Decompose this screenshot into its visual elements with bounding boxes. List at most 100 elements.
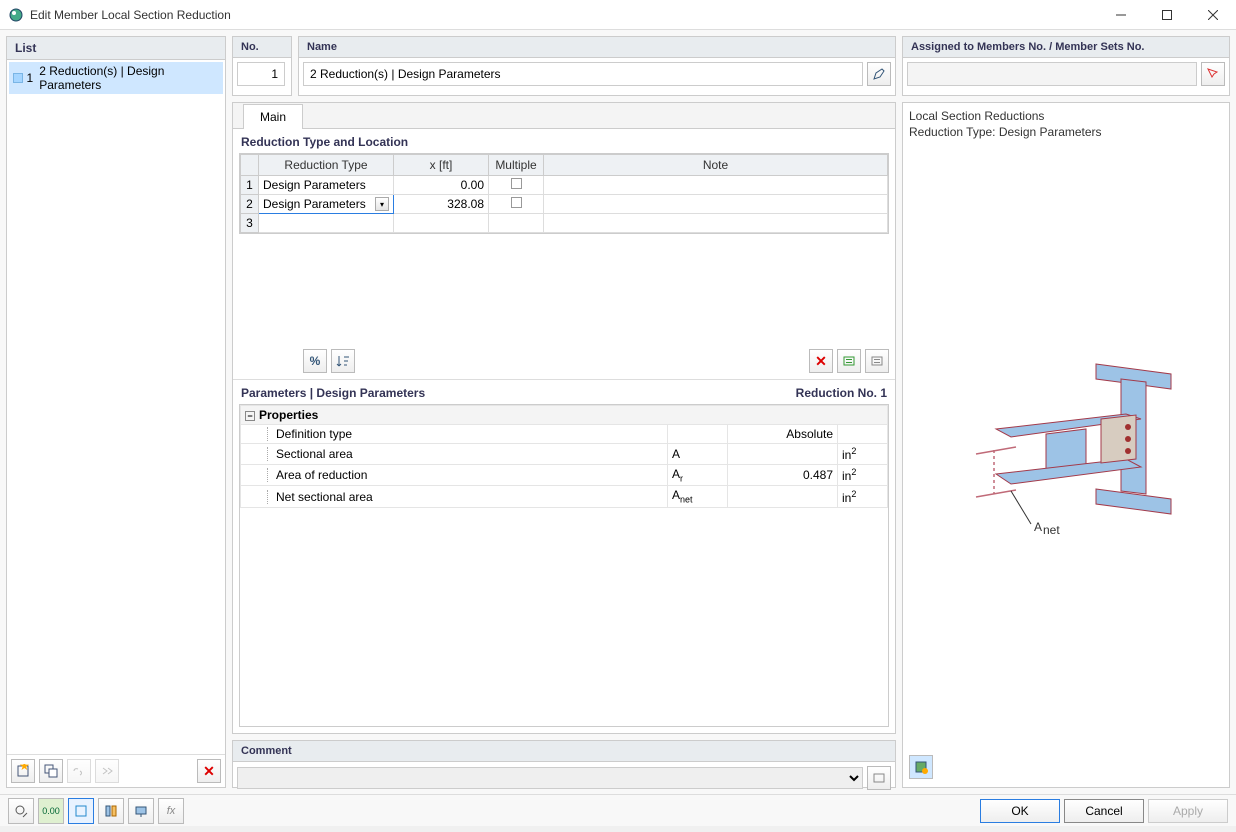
titlebar: Edit Member Local Section Reduction — [0, 0, 1236, 30]
cell-x[interactable]: 0.00 — [394, 176, 489, 195]
param-unit — [838, 425, 888, 444]
function-tool-button[interactable]: fx — [158, 798, 184, 824]
name-input[interactable] — [303, 62, 863, 86]
param-row[interactable]: Definition type Absolute — [241, 425, 888, 444]
param-label: Definition type — [267, 427, 352, 441]
param-row[interactable]: Area of reduction Ar 0.487 in2 — [241, 465, 888, 486]
section-preview-image[interactable]: A net — [909, 144, 1223, 753]
params-section-title: Parameters | Design Parameters Reduction… — [233, 380, 895, 404]
link-button-1[interactable] — [67, 759, 91, 783]
cell-type[interactable]: Design Parameters — [259, 176, 394, 195]
param-value[interactable] — [728, 486, 838, 507]
checkbox-icon[interactable] — [511, 197, 522, 208]
col-x[interactable]: x [ft] — [394, 155, 489, 176]
list-item-num: 1 — [27, 71, 34, 85]
viewport-caption: Local Section Reductions Reduction Type:… — [909, 109, 1223, 140]
list-item[interactable]: 1 2 Reduction(s) | Design Parameters — [9, 62, 223, 94]
param-symbol — [668, 425, 728, 444]
param-row[interactable]: Net sectional area Anet in2 — [241, 486, 888, 507]
col-type[interactable]: Reduction Type — [259, 155, 394, 176]
window-title: Edit Member Local Section Reduction — [30, 8, 1098, 22]
list-header: List — [7, 37, 225, 60]
view-tool-button[interactable] — [68, 798, 94, 824]
params-group-row[interactable]: −Properties — [241, 406, 888, 425]
delete-row-button[interactable]: ✕ — [809, 349, 833, 373]
export-button-1[interactable] — [837, 349, 861, 373]
params-grid: −Properties Definition type Absolute Sec… — [239, 404, 889, 727]
filter-tool-button[interactable] — [98, 798, 124, 824]
pick-members-button[interactable] — [1201, 62, 1225, 86]
params-group-label: Properties — [259, 408, 318, 422]
number-box: No. — [232, 36, 292, 96]
tab-main[interactable]: Main — [243, 104, 303, 129]
app-icon — [8, 7, 24, 23]
col-multiple[interactable]: Multiple — [489, 155, 544, 176]
list-body[interactable]: 1 2 Reduction(s) | Design Parameters — [7, 60, 225, 754]
assigned-input[interactable] — [907, 62, 1197, 86]
new-item-button[interactable]: ★ — [11, 759, 35, 783]
col-rownum[interactable] — [241, 155, 259, 176]
param-unit: in2 — [838, 486, 888, 507]
reduction-grid-toolbar: % ✕ — [233, 343, 895, 379]
delete-item-button[interactable]: ✕ — [197, 759, 221, 783]
list-panel: List 1 2 Reduction(s) | Design Parameter… — [6, 36, 226, 788]
collapse-icon[interactable]: − — [245, 411, 255, 421]
cell-x[interactable]: 328.08 — [394, 195, 489, 214]
param-label: Sectional area — [267, 447, 353, 461]
svg-text:A: A — [1034, 520, 1042, 534]
param-value[interactable]: Absolute — [728, 425, 838, 444]
cell-type[interactable]: Design Parameters ▾ — [259, 195, 394, 214]
reduction-row[interactable]: 2 Design Parameters ▾ 328.08 — [241, 195, 888, 214]
param-symbol: A — [668, 444, 728, 465]
param-value[interactable] — [728, 444, 838, 465]
units-tool-button[interactable]: 0.00 — [38, 798, 64, 824]
reduction-grid: Reduction Type x [ft] Multiple Note 1 De… — [239, 153, 889, 234]
comment-select[interactable] — [237, 767, 863, 789]
display-tool-button[interactable] — [128, 798, 154, 824]
cell-multiple[interactable] — [489, 214, 544, 233]
copy-item-button[interactable] — [39, 759, 63, 783]
ok-button[interactable]: OK — [980, 799, 1060, 823]
minimize-button[interactable] — [1098, 0, 1144, 30]
cell-note[interactable] — [544, 195, 888, 214]
name-box: Name — [298, 36, 896, 96]
cell-multiple[interactable] — [489, 195, 544, 214]
assigned-header: Assigned to Members No. / Member Sets No… — [903, 37, 1229, 58]
edit-name-button[interactable] — [867, 62, 891, 86]
checkbox-icon[interactable] — [511, 178, 522, 189]
apply-button: Apply — [1148, 799, 1228, 823]
cancel-button[interactable]: Cancel — [1064, 799, 1144, 823]
preview-viewport: Local Section Reductions Reduction Type:… — [902, 102, 1230, 788]
param-label: Net sectional area — [267, 490, 373, 504]
row-num: 2 — [241, 195, 259, 214]
list-item-color-icon — [13, 73, 23, 83]
row-num: 1 — [241, 176, 259, 195]
param-unit: in2 — [838, 465, 888, 486]
reduction-row[interactable]: 3 — [241, 214, 888, 233]
reduction-row[interactable]: 1 Design Parameters 0.00 — [241, 176, 888, 195]
cell-note[interactable] — [544, 176, 888, 195]
param-unit: in2 — [838, 444, 888, 465]
cell-type[interactable] — [259, 214, 394, 233]
viewport-line1: Local Section Reductions — [909, 109, 1223, 125]
col-note[interactable]: Note — [544, 155, 888, 176]
cell-x[interactable] — [394, 214, 489, 233]
param-value[interactable]: 0.487 — [728, 465, 838, 486]
list-item-label: 2 Reduction(s) | Design Parameters — [39, 64, 219, 92]
maximize-button[interactable] — [1144, 0, 1190, 30]
close-button[interactable] — [1190, 0, 1236, 30]
link-button-2[interactable] — [95, 759, 119, 783]
viewport-settings-button[interactable] — [909, 755, 933, 779]
comment-apply-button[interactable] — [867, 766, 891, 790]
assigned-box: Assigned to Members No. / Member Sets No… — [902, 36, 1230, 96]
percent-button[interactable]: % — [303, 349, 327, 373]
param-row[interactable]: Sectional area A in2 — [241, 444, 888, 465]
number-input[interactable] — [237, 62, 285, 86]
search-tool-button[interactable] — [8, 798, 34, 824]
params-title-left: Parameters | Design Parameters — [241, 386, 425, 400]
export-button-2[interactable] — [865, 349, 889, 373]
dropdown-arrow-icon[interactable]: ▾ — [375, 197, 389, 211]
cell-multiple[interactable] — [489, 176, 544, 195]
cell-note[interactable] — [544, 214, 888, 233]
sort-button[interactable] — [331, 349, 355, 373]
